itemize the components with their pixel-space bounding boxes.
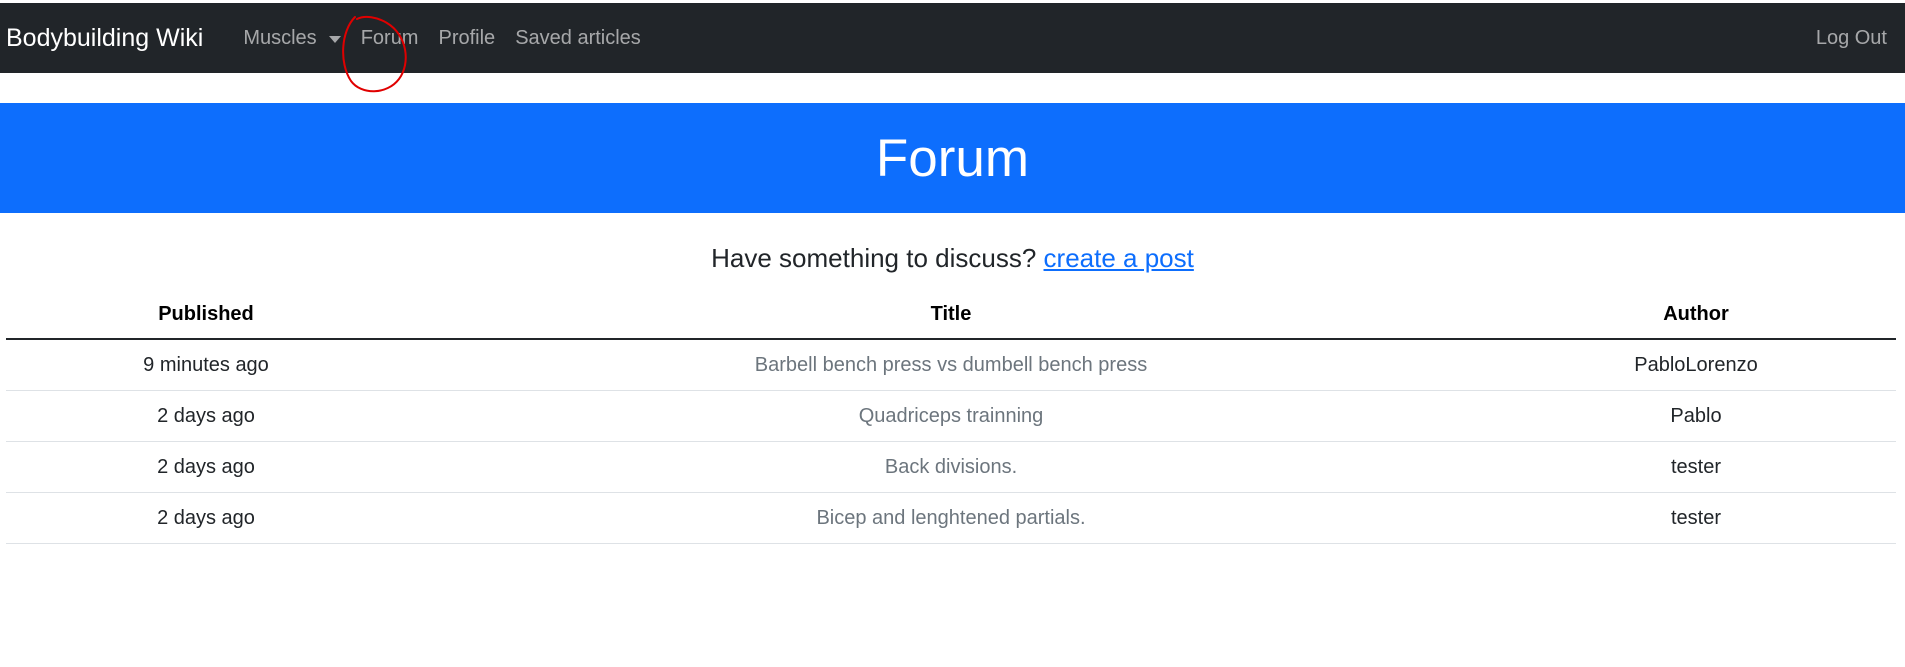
cell-author: Pablo [1496, 390, 1896, 442]
cell-published: 2 days ago [6, 390, 406, 442]
create-post-prompt-text: Have something to discuss? [711, 243, 1044, 273]
header-author: Author [1496, 290, 1896, 340]
header-title: Title [406, 290, 1496, 340]
create-post-prompt: Have something to discuss? create a post [0, 243, 1905, 274]
caret-down-icon [328, 35, 341, 43]
nav-saved-articles-link[interactable]: Saved articles [505, 27, 651, 50]
cell-published: 2 days ago [6, 441, 406, 493]
cell-title-link[interactable]: Bicep and lenghtened partials. [406, 492, 1496, 544]
nav-profile-link[interactable]: Profile [428, 27, 505, 50]
table-header-row: Published Title Author [6, 290, 1896, 340]
table-row: 2 days ago Back divisions. tester [6, 441, 1896, 493]
cell-author: tester [1496, 441, 1896, 493]
page-title: Forum [875, 128, 1030, 188]
navbar: Bodybuilding Wiki Muscles Forum Profile … [0, 3, 1905, 93]
nav-links: Muscles Forum Profile Saved articles [233, 27, 650, 50]
header-published: Published [6, 290, 406, 340]
cell-author: tester [1496, 492, 1896, 544]
cell-title-link[interactable]: Barbell bench press vs dumbell bench pre… [406, 339, 1496, 391]
create-post-link[interactable]: create a post [1044, 243, 1194, 273]
logout-link[interactable]: Log Out [1816, 27, 1899, 50]
nav-forum-link[interactable]: Forum [351, 27, 429, 50]
table-row: 9 minutes ago Barbell bench press vs dum… [6, 339, 1896, 391]
nav-muscles-dropdown[interactable]: Muscles [233, 27, 350, 50]
nav-muscles-label: Muscles [243, 26, 317, 49]
forum-table: Published Title Author 9 minutes ago Bar… [6, 290, 1896, 544]
cell-title-link[interactable]: Quadriceps trainning [406, 390, 1496, 442]
cell-author: PabloLorenzo [1496, 339, 1896, 391]
cell-published: 9 minutes ago [6, 339, 406, 391]
cell-published: 2 days ago [6, 492, 406, 544]
red-annotation-circle [342, 15, 407, 93]
cell-title-link[interactable]: Back divisions. [406, 441, 1496, 493]
brand-link[interactable]: Bodybuilding Wiki [6, 24, 203, 53]
table-row: 2 days ago Quadriceps trainning Pablo [6, 390, 1896, 442]
page-header: Forum [0, 103, 1905, 213]
table-row: 2 days ago Bicep and lenghtened partials… [6, 492, 1896, 544]
